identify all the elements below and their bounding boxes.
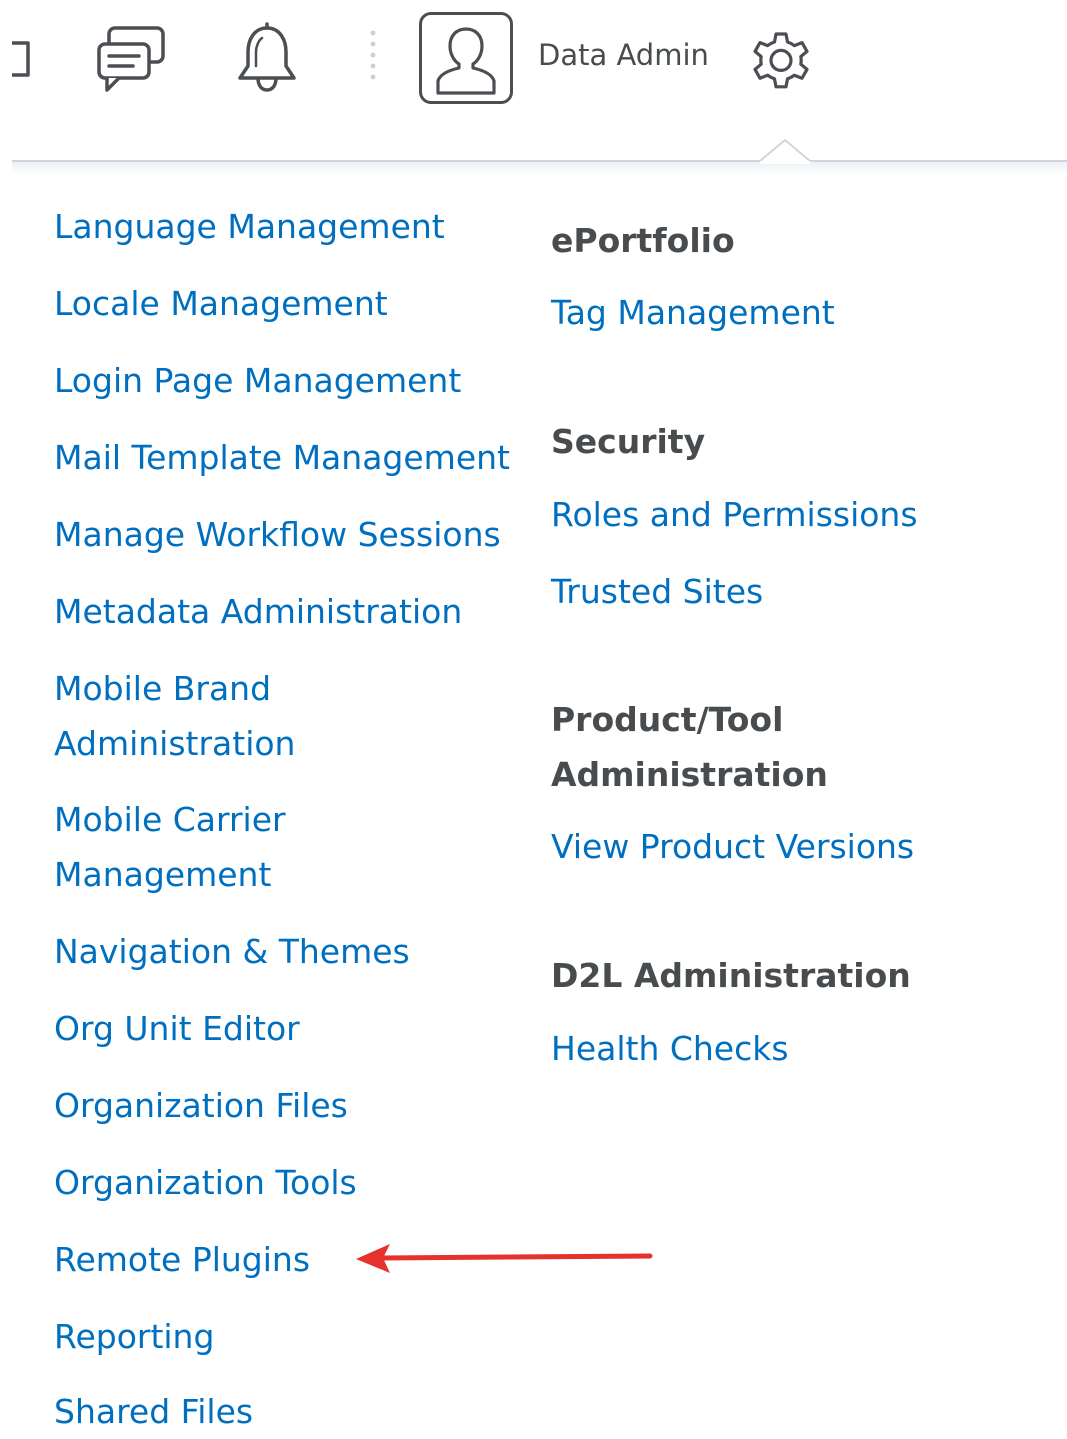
menu-link-tag-management[interactable]: Tag Management (551, 285, 835, 340)
menu-link-shared-files[interactable]: Shared Files (54, 1384, 253, 1439)
header-shadow (12, 162, 1067, 176)
menu-link-trusted-sites[interactable]: Trusted Sites (551, 564, 763, 619)
partial-icon[interactable] (10, 40, 32, 78)
section-heading-product-tool-administration: Product/Tool Administration (551, 700, 828, 794)
menu-link-mobile-brand-administration[interactable]: Mobile Brand Administration (54, 661, 354, 771)
dropdown-caret (760, 138, 810, 164)
menu-link-organization-files[interactable]: Organization Files (54, 1078, 348, 1133)
section-heading-d2l-administration: D2L Administration (551, 956, 911, 995)
menu-link-navigation-themes[interactable]: Navigation & Themes (54, 924, 410, 979)
menu-link-metadata-administration[interactable]: Metadata Administration (54, 584, 462, 639)
menu-link-remote-plugins[interactable]: Remote Plugins (54, 1232, 310, 1287)
menu-link-mobile-carrier-management[interactable]: Mobile Carrier Management (54, 792, 354, 902)
menu-link-reporting[interactable]: Reporting (54, 1309, 214, 1364)
menu-link-login-page-management[interactable]: Login Page Management (54, 353, 461, 408)
menu-link-language-management[interactable]: Language Management (54, 199, 445, 254)
navbar: Data Admin (0, 0, 1067, 120)
user-avatar-icon (436, 27, 496, 95)
section-heading-security: Security (551, 422, 706, 461)
menu-link-organization-tools[interactable]: Organization Tools (54, 1155, 357, 1210)
avatar[interactable] (419, 12, 513, 104)
menu-link-view-product-versions[interactable]: View Product Versions (551, 819, 914, 874)
menu-link-manage-workflow-sessions[interactable]: Manage Workflow Sessions (54, 507, 501, 562)
user-name[interactable]: Data Admin (538, 38, 709, 72)
vertical-divider (370, 30, 376, 80)
menu-link-org-unit-editor[interactable]: Org Unit Editor (54, 1001, 300, 1056)
chat-bubbles-icon[interactable] (95, 24, 169, 94)
gear-icon[interactable] (745, 24, 817, 96)
menu-link-locale-management[interactable]: Locale Management (54, 276, 388, 331)
menu-link-health-checks[interactable]: Health Checks (551, 1021, 789, 1076)
bell-icon[interactable] (234, 22, 300, 94)
section-heading-eportfolio: ePortfolio (551, 221, 735, 260)
menu-link-mail-template-management[interactable]: Mail Template Management (54, 430, 510, 485)
menu-link-roles-and-permissions[interactable]: Roles and Permissions (551, 487, 918, 542)
annotation-arrow (356, 1244, 653, 1273)
